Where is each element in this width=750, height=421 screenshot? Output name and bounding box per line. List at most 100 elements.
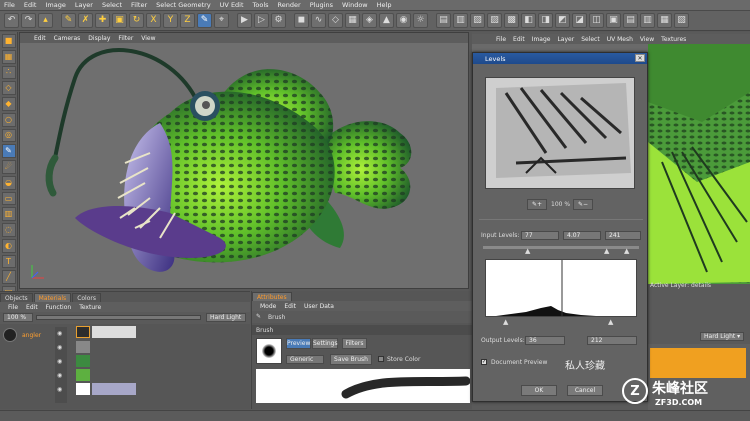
menu-layer[interactable]: Layer bbox=[75, 1, 93, 9]
eyedropper-remove-icon[interactable]: ✎− bbox=[573, 199, 593, 210]
menu-help[interactable]: Help bbox=[377, 1, 392, 9]
dodge-icon[interactable]: ◐ bbox=[1, 238, 16, 253]
axis-z-icon[interactable]: Z bbox=[180, 13, 195, 28]
uv-blend-mode-select[interactable]: Hard Light ▾ bbox=[700, 332, 744, 341]
uv-menu-layer[interactable]: Layer bbox=[557, 36, 574, 43]
input-black-field[interactable]: 77 bbox=[521, 231, 559, 240]
brush-preview[interactable] bbox=[256, 338, 282, 364]
channel-icon[interactable]: ▧ bbox=[470, 13, 485, 28]
tab-attributes[interactable]: Attributes bbox=[252, 292, 292, 301]
rotate-tool-icon[interactable]: ↻ bbox=[129, 13, 144, 28]
eyedropper-add-icon[interactable]: ✎+ bbox=[527, 199, 547, 210]
uv-menu-file[interactable]: File bbox=[496, 36, 506, 43]
subtab-settings[interactable]: Settings bbox=[312, 338, 338, 349]
attr-menu-mode[interactable]: Mode bbox=[260, 303, 276, 310]
lasso-icon[interactable]: ○ bbox=[1, 112, 16, 127]
viewport-menu-filter[interactable]: Filter bbox=[118, 35, 133, 42]
output-white-field[interactable]: 212 bbox=[587, 336, 637, 345]
nurbs-icon[interactable]: ◇ bbox=[328, 13, 343, 28]
cancel-button[interactable]: Cancel bbox=[567, 385, 603, 396]
edges-mode-icon[interactable]: ◇ bbox=[1, 81, 16, 96]
menu-tools[interactable]: Tools bbox=[253, 1, 269, 9]
output-black-field[interactable]: 36 bbox=[525, 336, 565, 345]
menu-select-geometry[interactable]: Select Geometry bbox=[156, 1, 211, 9]
opacity-slider[interactable] bbox=[36, 315, 201, 320]
uv-menu-textures[interactable]: Textures bbox=[661, 36, 686, 43]
coord-system-icon[interactable]: ⌖ bbox=[214, 13, 229, 28]
input-slider-track[interactable] bbox=[483, 246, 639, 249]
menu-edit[interactable]: Edit bbox=[24, 1, 37, 9]
eraser-tool-icon[interactable]: ✗ bbox=[78, 13, 93, 28]
checker-icon[interactable]: ▦ bbox=[1, 49, 16, 64]
texture-mode-icon[interactable]: ▤ bbox=[436, 13, 451, 28]
move-tool-icon[interactable]: ✚ bbox=[95, 13, 110, 28]
layer-thumb[interactable] bbox=[76, 326, 90, 338]
levels-titlebar[interactable]: Levels ✕ bbox=[473, 53, 647, 64]
input-white-handle-icon[interactable]: ▲ bbox=[624, 247, 629, 255]
attr-menu-user-data[interactable]: User Data bbox=[304, 303, 334, 310]
ok-button[interactable]: OK bbox=[521, 385, 557, 396]
paint-setup-icon[interactable]: ▩ bbox=[504, 13, 519, 28]
eye-icon[interactable]: ◉ bbox=[57, 358, 62, 365]
viewport-menu-cameras[interactable]: Cameras bbox=[54, 35, 81, 42]
store-color-checkbox[interactable] bbox=[378, 356, 384, 362]
zoom-field[interactable]: 100 % bbox=[3, 313, 33, 322]
anglerfish-model[interactable] bbox=[20, 43, 469, 289]
layer-thumb[interactable] bbox=[76, 383, 90, 395]
mat-menu-texture[interactable]: Texture bbox=[79, 304, 101, 311]
uv-menu-uv-mesh[interactable]: UV Mesh bbox=[607, 36, 633, 43]
layer-thumb-channels[interactable] bbox=[92, 383, 136, 395]
layer-mode-icon[interactable]: ▥ bbox=[453, 13, 468, 28]
menu-file[interactable]: File bbox=[4, 1, 15, 9]
model-mode-icon[interactable]: ■ bbox=[1, 34, 16, 48]
layout-5-icon[interactable]: ▣ bbox=[606, 13, 621, 28]
layer-thumb[interactable] bbox=[76, 341, 90, 353]
polygons-mode-icon[interactable]: ◆ bbox=[1, 97, 16, 111]
uv-menu-image[interactable]: Image bbox=[532, 36, 551, 43]
paint-mode-icon[interactable]: ✎ bbox=[197, 13, 212, 28]
fill-bucket-icon[interactable]: ◒ bbox=[1, 175, 16, 190]
blend-mode-select[interactable]: Hard Light bbox=[206, 313, 246, 322]
gradient-icon[interactable]: ▥ bbox=[1, 207, 16, 222]
input-gamma-field[interactable]: 4.07 bbox=[563, 231, 601, 240]
input-black-handle-icon[interactable]: ▲ bbox=[525, 247, 530, 255]
viewport-menu-view[interactable]: View bbox=[141, 35, 155, 42]
blur-icon[interactable]: ◌ bbox=[1, 223, 16, 237]
viewport-menu-display[interactable]: Display bbox=[88, 35, 110, 42]
render-region-icon[interactable]: ▷ bbox=[254, 13, 269, 28]
layout-6-icon[interactable]: ▤ bbox=[623, 13, 638, 28]
layout-2-icon[interactable]: ◩ bbox=[555, 13, 570, 28]
3d-viewport[interactable]: Edit Cameras Display Filter View bbox=[19, 32, 469, 289]
layout-7-icon[interactable]: ▥ bbox=[640, 13, 655, 28]
mat-menu-edit[interactable]: Edit bbox=[26, 304, 38, 311]
cube-icon[interactable]: ◼ bbox=[294, 13, 309, 28]
uv-mode-icon[interactable]: ▨ bbox=[487, 13, 502, 28]
uv-menu-edit[interactable]: Edit bbox=[513, 36, 525, 43]
layer-thumb[interactable] bbox=[76, 369, 90, 381]
points-mode-icon[interactable]: ∴ bbox=[1, 65, 16, 80]
menu-render[interactable]: Render bbox=[278, 1, 301, 9]
mat-menu-file[interactable]: File bbox=[8, 304, 18, 311]
save-brush-button[interactable]: Save Brush bbox=[330, 354, 372, 365]
menu-select[interactable]: Select bbox=[102, 1, 122, 9]
eye-icon[interactable]: ◉ bbox=[57, 330, 62, 337]
layout-8-icon[interactable]: ▦ bbox=[657, 13, 672, 28]
light-icon[interactable]: ☼ bbox=[413, 13, 428, 28]
material-name[interactable]: angler bbox=[22, 332, 41, 339]
undo-icon[interactable]: ↶ bbox=[4, 13, 19, 28]
live-select-icon[interactable]: ◎ bbox=[1, 128, 16, 143]
menu-plugins[interactable]: Plugins bbox=[310, 1, 333, 9]
scene-icon[interactable]: ▲ bbox=[379, 13, 394, 28]
eraser-icon[interactable]: ▭ bbox=[1, 191, 16, 206]
layout-3-icon[interactable]: ◪ bbox=[572, 13, 587, 28]
axis-x-icon[interactable]: X bbox=[146, 13, 161, 28]
paint-brush-icon[interactable]: ✎ bbox=[1, 144, 16, 159]
axis-y-icon[interactable]: Y bbox=[163, 13, 178, 28]
deformer-icon[interactable]: ◈ bbox=[362, 13, 377, 28]
histogram-white-handle-icon[interactable]: ▲ bbox=[608, 318, 613, 326]
attr-menu-edit[interactable]: Edit bbox=[284, 303, 296, 310]
subtab-filters[interactable]: Filters bbox=[342, 338, 367, 349]
menu-window[interactable]: Window bbox=[342, 1, 368, 9]
scale-tool-icon[interactable]: ▣ bbox=[112, 13, 127, 28]
layer-thumb-channels[interactable] bbox=[92, 326, 136, 338]
